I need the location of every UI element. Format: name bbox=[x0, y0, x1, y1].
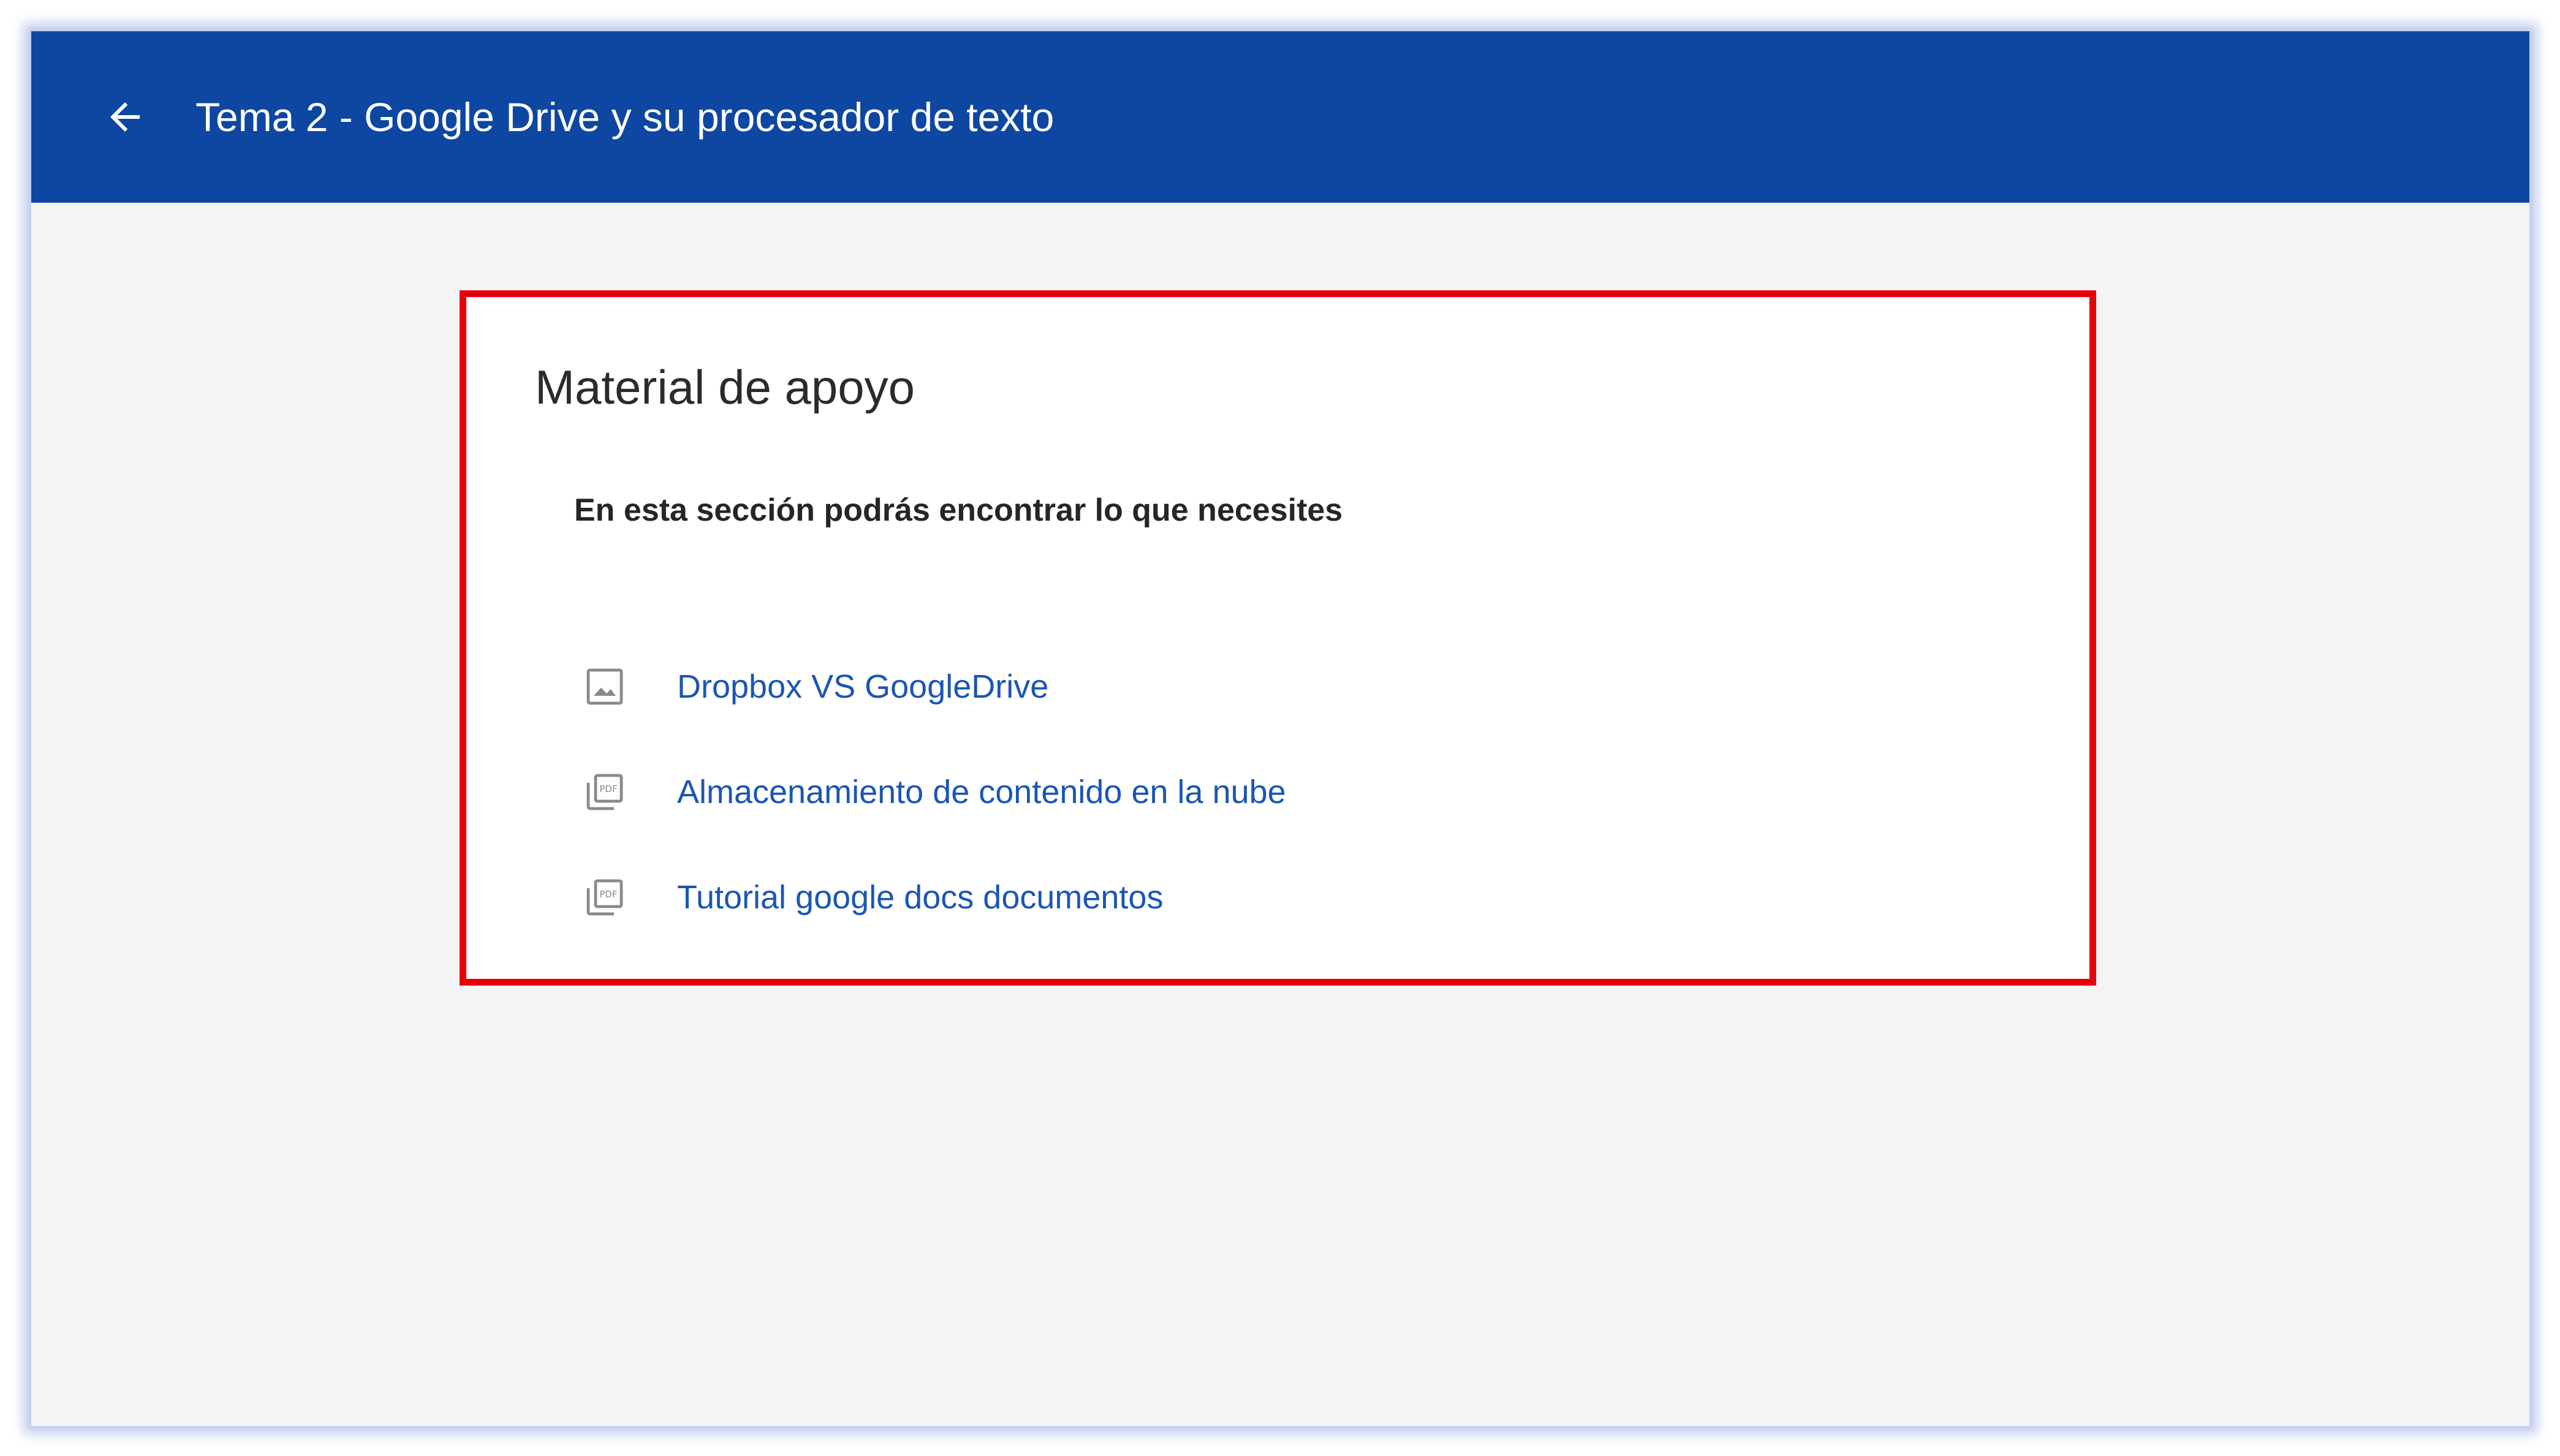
back-button[interactable] bbox=[97, 89, 153, 145]
pdf-icon: PDF bbox=[583, 875, 627, 919]
image-icon bbox=[583, 665, 627, 709]
resource-item: PDF Almacenamiento de contenido en la nu… bbox=[583, 739, 1286, 845]
resource-link-dropbox-vs-googledrive[interactable]: Dropbox VS GoogleDrive bbox=[677, 668, 1048, 706]
section-title: Material de apoyo bbox=[535, 360, 915, 414]
arrow-left-icon bbox=[110, 102, 140, 132]
svg-text:PDF: PDF bbox=[599, 889, 617, 900]
svg-text:PDF: PDF bbox=[599, 783, 617, 794]
resource-link-almacenamiento-nube[interactable]: Almacenamiento de contenido en la nube bbox=[677, 773, 1286, 811]
resource-link-tutorial-google-docs[interactable]: Tutorial google docs documentos bbox=[677, 878, 1163, 916]
page-title: Tema 2 - Google Drive y su procesador de… bbox=[195, 94, 1055, 140]
resource-item: PDF Tutorial google docs documentos bbox=[583, 845, 1286, 950]
support-material-card: Material de apoyo En esta sección podrás… bbox=[460, 290, 2096, 986]
resource-item: Dropbox VS GoogleDrive bbox=[583, 634, 1286, 739]
app-window: Tema 2 - Google Drive y su procesador de… bbox=[31, 31, 2529, 1426]
pdf-icon: PDF bbox=[583, 770, 627, 814]
top-app-bar: Tema 2 - Google Drive y su procesador de… bbox=[31, 31, 2529, 203]
section-subtitle: En esta sección podrás encontrar lo que … bbox=[574, 492, 1343, 528]
resource-list: Dropbox VS GoogleDrive PDF Almacenamient… bbox=[583, 634, 1286, 950]
